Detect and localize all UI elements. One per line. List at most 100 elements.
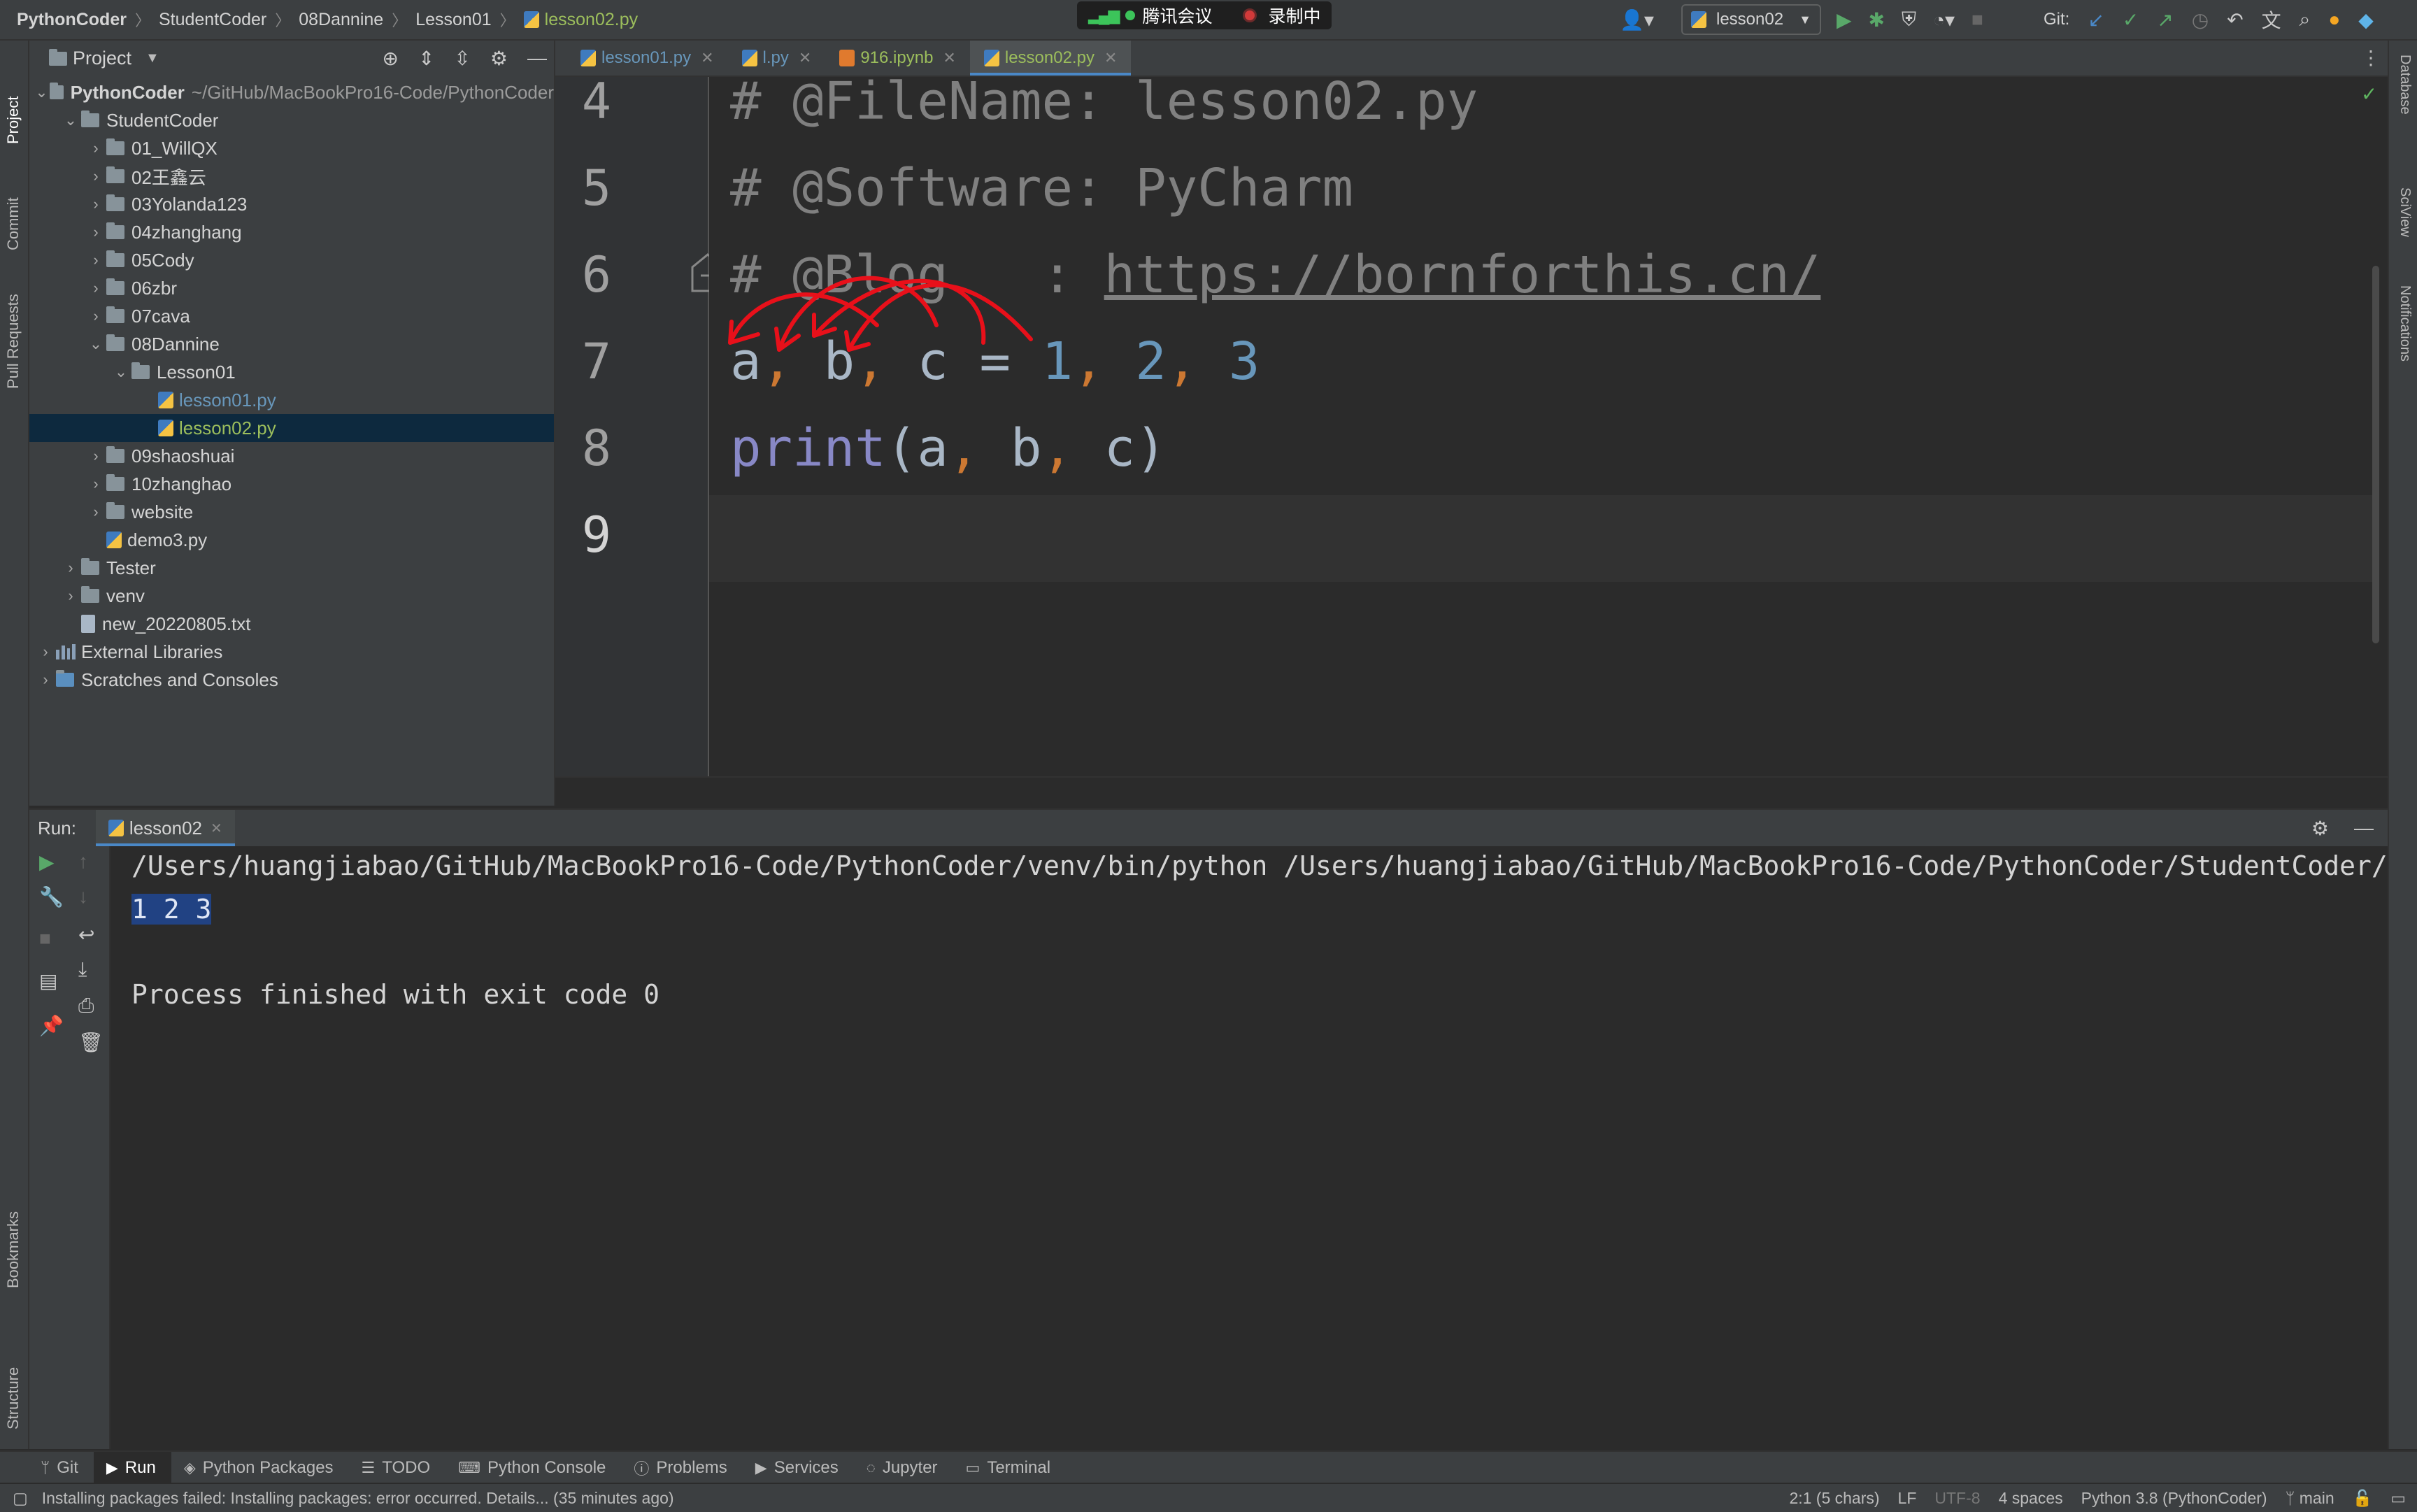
chevron-right-icon[interactable]: ›	[85, 307, 106, 325]
tree-item[interactable]: › 07cava	[29, 302, 554, 330]
chevron-right-icon[interactable]: ›	[85, 503, 106, 521]
breadcrumb-lesson01[interactable]: Lesson01	[415, 10, 491, 30]
close-icon[interactable]: ✕	[1104, 49, 1117, 67]
tree-item[interactable]: › Scratches and Consoles	[29, 666, 554, 694]
tab-916-ipynb[interactable]: 916.ipynb ✕	[825, 41, 970, 76]
interpreter[interactable]: Python 3.8 (PythonCoder)	[2081, 1489, 2267, 1508]
breadcrumb-file[interactable]: lesson02.py	[523, 10, 638, 30]
tool-git[interactable]: ᛘ Git	[28, 1452, 94, 1484]
git-push-icon[interactable]: ↗	[2157, 8, 2173, 31]
line-ending[interactable]: LF	[1898, 1489, 1917, 1508]
strip-database[interactable]: Database	[2397, 55, 2413, 115]
tree-item[interactable]: demo3.py	[29, 526, 554, 554]
git-commit-icon[interactable]: ✓	[2123, 8, 2139, 31]
tree-item[interactable]: › 03Yolanda123	[29, 190, 554, 218]
chevron-right-icon[interactable]: ›	[85, 475, 106, 493]
user-icon[interactable]: 👤▾	[1620, 8, 1654, 31]
minimize-icon[interactable]: —	[527, 47, 547, 69]
strip-bookmarks[interactable]: Bookmarks	[4, 1211, 22, 1288]
chevron-right-icon[interactable]: ›	[35, 643, 56, 661]
git-update-icon[interactable]: ↙	[2088, 8, 2104, 31]
wrench-icon[interactable]: 🔧	[39, 885, 64, 908]
chevron-right-icon[interactable]: ›	[85, 251, 106, 269]
tree-item[interactable]: › 01_WillQX	[29, 134, 554, 162]
more-options-icon[interactable]: ⋮	[2361, 41, 2381, 76]
strip-sciview[interactable]: SciView	[2397, 187, 2413, 237]
gear-icon[interactable]: ⚙	[490, 47, 508, 70]
chevron-right-icon[interactable]: ›	[85, 279, 106, 297]
tree-item[interactable]: ⌄ StudentCoder	[29, 106, 554, 134]
chevron-right-icon[interactable]: ›	[85, 447, 106, 465]
translate-icon[interactable]: 文	[2262, 6, 2281, 34]
tree-item[interactable]: › 02王鑫云	[29, 162, 554, 190]
chevron-right-icon[interactable]: ›	[60, 587, 81, 605]
tree-item[interactable]: ⌄ Lesson01	[29, 358, 554, 386]
tool-problems[interactable]: ⓘ Problems	[621, 1452, 742, 1484]
layout-icon[interactable]: ▤	[39, 969, 57, 992]
tree-item[interactable]: lesson01.py	[29, 386, 554, 414]
tool-jupyter[interactable]: ◌ Jupyter	[854, 1452, 953, 1484]
history-icon[interactable]: ◷	[2192, 8, 2209, 31]
status-message[interactable]: Installing packages failed: Installing p…	[42, 1489, 674, 1508]
breadcrumb-project[interactable]: PythonCoder	[17, 10, 127, 30]
arrow-up-icon[interactable]: ↑	[78, 850, 88, 873]
update-icon[interactable]: ●	[2328, 8, 2340, 31]
print-icon[interactable]: ⎙	[78, 994, 94, 1018]
meeting-indicator[interactable]: ▂▄▆ 腾讯会议 录制中	[1077, 1, 1332, 29]
chevron-right-icon[interactable]: ›	[85, 139, 106, 157]
tab-lesson02[interactable]: lesson02.py ✕	[969, 41, 1132, 76]
strip-pull-requests[interactable]: Pull Requests	[4, 294, 22, 389]
profile-icon[interactable]: ◔▾	[1933, 8, 1955, 31]
chevron-right-icon[interactable]: ›	[85, 223, 106, 241]
tool-services[interactable]: ▶ Services	[743, 1452, 854, 1484]
file-encoding[interactable]: UTF-8	[1934, 1489, 1980, 1508]
chevron-down-icon[interactable]: ⌄	[110, 363, 131, 381]
tree-item[interactable]: › 06zbr	[29, 274, 554, 302]
run-icon[interactable]: ▶	[1837, 8, 1852, 31]
code-editor[interactable]: # @FileName: lesson02.py # @Software: Py…	[709, 77, 2374, 776]
strip-commit[interactable]: Commit	[4, 197, 22, 250]
tree-item[interactable]: ⌄ 08Dannine	[29, 330, 554, 358]
tree-item[interactable]: ⌄ PythonCoder ~/GitHub/MacBookPro16-Code/P…	[29, 78, 554, 106]
gear-icon[interactable]: ⚙	[2311, 817, 2329, 840]
strip-structure[interactable]: Structure	[4, 1367, 22, 1429]
rerun-icon[interactable]: ▶	[39, 850, 55, 873]
arrow-down-icon[interactable]: ↓	[78, 885, 88, 908]
run-console[interactable]: /Users/huangjiabao/GitHub/MacBookPro16-C…	[110, 846, 2388, 1449]
stop-icon[interactable]: ■	[39, 927, 51, 950]
chevron-right-icon[interactable]: ›	[35, 671, 56, 689]
jetbrains-logo-icon[interactable]: ◆	[2358, 8, 2374, 31]
close-icon[interactable]: ✕	[943, 49, 955, 67]
chevron-down-icon[interactable]: ▼	[145, 50, 159, 66]
close-icon[interactable]: ✕	[701, 49, 713, 67]
tree-item[interactable]: › Tester	[29, 554, 554, 582]
editor-scrollbar[interactable]	[2372, 266, 2379, 643]
rollback-icon[interactable]: ↶	[2227, 8, 2243, 31]
chevron-right-icon[interactable]: ›	[60, 559, 81, 577]
layout-toggle-icon[interactable]: ▢	[13, 1489, 28, 1508]
tree-item[interactable]: › 04zhanghang	[29, 218, 554, 246]
tree-item[interactable]: › venv	[29, 582, 554, 610]
stop-icon[interactable]: ■	[1972, 8, 1983, 31]
tool-terminal[interactable]: ▭ Terminal	[953, 1452, 1067, 1484]
tree-item[interactable]: › website	[29, 498, 554, 526]
run-tab-lesson02[interactable]: lesson02 ✕	[95, 810, 235, 846]
strip-notifications[interactable]: Notifications	[2397, 285, 2413, 362]
tree-item[interactable]: new_20220805.txt	[29, 610, 554, 638]
close-icon[interactable]: ✕	[799, 49, 811, 67]
strip-project[interactable]: Project	[4, 97, 22, 144]
indent-setting[interactable]: 4 spaces	[1999, 1489, 2063, 1508]
tree-item[interactable]: › 09shaoshuai	[29, 442, 554, 470]
tree-item[interactable]: › 10zhanghao	[29, 470, 554, 498]
tool-python-packages[interactable]: ◈ Python Packages	[171, 1452, 349, 1484]
git-branch[interactable]: ᛘ main	[2286, 1489, 2334, 1508]
search-icon[interactable]: ⌕	[2300, 8, 2311, 31]
chevron-down-icon[interactable]: ⌄	[85, 335, 106, 353]
chevron-down-icon[interactable]: ⌄	[60, 111, 81, 129]
project-panel-title[interactable]: Project	[73, 48, 131, 69]
scroll-to-end-icon[interactable]: ⤓	[78, 958, 87, 981]
tree-item[interactable]: › External Libraries	[29, 638, 554, 666]
coverage-icon[interactable]: ⛨	[1902, 8, 1916, 31]
tree-item[interactable]: › 05Cody	[29, 246, 554, 274]
tool-todo[interactable]: ☰ TODO	[349, 1452, 446, 1484]
